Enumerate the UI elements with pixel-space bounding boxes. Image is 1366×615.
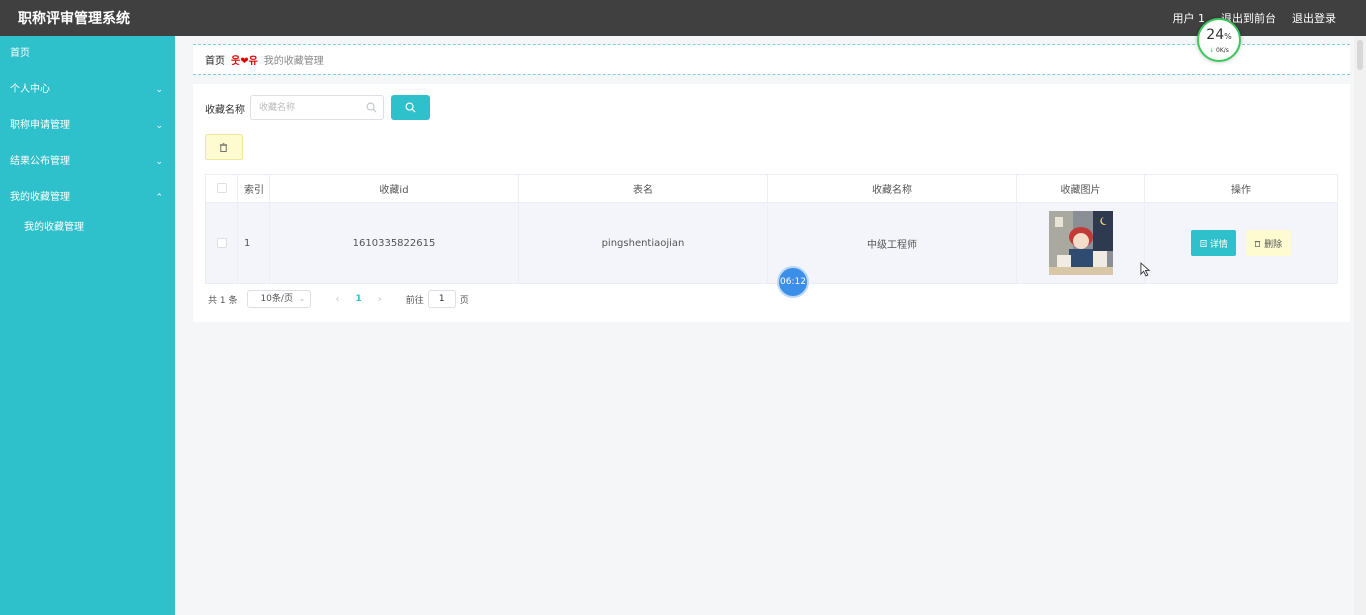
search-label: 收藏名称 xyxy=(205,105,245,116)
recording-timer-bubble[interactable]: 06:12 xyxy=(777,266,809,298)
table-header-row: 索引 收藏id 表名 收藏名称 收藏图片 操作 xyxy=(205,174,1338,203)
page-unit-label: 页 xyxy=(459,295,469,306)
page-number[interactable]: 1 xyxy=(355,294,361,304)
trash-icon xyxy=(219,143,228,152)
row-select-cell xyxy=(205,202,238,284)
top-links: 用户 1 退出到前台 退出登录 xyxy=(1173,10,1337,26)
sidebar-subitem-my-favorites[interactable]: 我的收藏管理 xyxy=(0,216,175,248)
select-all-cell xyxy=(205,174,238,203)
scrollbar-thumb[interactable] xyxy=(1357,40,1363,70)
search-icon xyxy=(405,102,416,113)
page-size-value: 10条/页 xyxy=(260,294,293,304)
select-all-checkbox[interactable] xyxy=(216,183,227,193)
chevron-down-icon: ⌄ xyxy=(298,294,306,303)
pagination: 共 1 条 10条/页 ⌄ ‹ 1 › 前往 页 xyxy=(208,290,469,308)
sidebar-item-result-publication[interactable]: 结果公布管理 ⌄ xyxy=(0,144,175,180)
column-header-table-name: 表名 xyxy=(518,174,768,203)
breadcrumb-home[interactable]: 首页 xyxy=(205,52,225,67)
batch-delete-button[interactable] xyxy=(205,134,243,160)
mouse-cursor-icon xyxy=(1140,262,1151,277)
cell-id: 1610335822615 xyxy=(269,202,519,284)
chevron-up-icon: ⌃ xyxy=(155,193,163,203)
column-header-image: 收藏图片 xyxy=(1016,174,1145,203)
table-row: 1 1610335822615 pingshentiaojian 中级工程师 详… xyxy=(205,202,1338,284)
sidebar-item-label: 职称申请管理 xyxy=(10,120,70,131)
trash-icon xyxy=(1254,240,1261,247)
column-header-actions: 操作 xyxy=(1144,174,1338,203)
vertical-scrollbar[interactable] xyxy=(1354,36,1366,615)
speed-rate-value: 0K/s xyxy=(1216,47,1229,54)
sidebar-item-label: 结果公布管理 xyxy=(10,156,70,167)
document-icon xyxy=(1200,239,1207,247)
chevron-down-icon: ⌄ xyxy=(155,121,163,131)
column-header-id: 收藏id xyxy=(269,174,519,203)
search-input[interactable] xyxy=(259,100,359,116)
detail-button-label: 详情 xyxy=(1209,239,1228,250)
breadcrumb: 首页 웃❤유 我的收藏管理 xyxy=(193,44,1350,75)
cell-index: 1 xyxy=(237,202,270,284)
sidebar-item-personal-center[interactable]: 个人中心 ⌄ xyxy=(0,72,175,108)
chevron-down-icon: ⌄ xyxy=(155,157,163,167)
speed-rate: ↓ 0K/s xyxy=(1199,47,1239,54)
favorites-table: 索引 收藏id 表名 收藏名称 收藏图片 操作 1 1610335822615 … xyxy=(205,174,1338,284)
download-arrow-icon: ↓ xyxy=(1209,47,1215,54)
chevron-down-icon: ⌄ xyxy=(155,85,163,95)
column-header-index: 索引 xyxy=(237,174,270,203)
cell-table-name: pingshentiaojian xyxy=(518,202,768,284)
next-page-button[interactable]: › xyxy=(378,294,382,305)
speed-percent-value: 24 xyxy=(1206,27,1225,43)
delete-button[interactable]: 删除 xyxy=(1245,230,1291,256)
sidebar-item-label: 个人中心 xyxy=(10,84,50,95)
speed-percent: 24% xyxy=(1199,27,1239,43)
speed-percent-unit: % xyxy=(1224,32,1232,41)
search-button[interactable] xyxy=(391,95,430,120)
sidebar-item-label: 首页 xyxy=(10,48,30,59)
sidebar-item-title-application[interactable]: 职称申请管理 ⌄ xyxy=(0,108,175,144)
breadcrumb-current: 我的收藏管理 xyxy=(263,56,324,67)
prev-page-button[interactable]: ‹ xyxy=(335,294,339,305)
search-icon xyxy=(366,102,377,113)
sidebar-subitem-label: 我的收藏管理 xyxy=(24,222,84,233)
goto-label: 前往 xyxy=(405,295,424,306)
sidebar-item-home[interactable]: 首页 xyxy=(0,36,175,72)
goto-page-input[interactable] xyxy=(427,290,456,308)
user-menu[interactable]: 用户 1 xyxy=(1173,10,1206,26)
favorite-thumbnail-image[interactable] xyxy=(1048,211,1113,275)
column-header-name: 收藏名称 xyxy=(767,174,1017,203)
pagination-total: 共 1 条 xyxy=(208,295,238,306)
row-checkbox[interactable] xyxy=(216,237,227,248)
logout-link[interactable]: 退出登录 xyxy=(1292,10,1336,26)
breadcrumb-separator: 웃❤유 xyxy=(231,56,258,67)
cell-image xyxy=(1016,202,1145,284)
search-field[interactable] xyxy=(250,95,384,120)
delete-button-label: 删除 xyxy=(1264,239,1283,250)
sidebar: 首页 个人中心 ⌄ 职称申请管理 ⌄ 结果公布管理 ⌄ 我的收藏管理 ⌃ 我的收… xyxy=(0,36,175,615)
page-size-select[interactable]: 10条/页 ⌄ xyxy=(247,290,312,308)
sidebar-item-label: 我的收藏管理 xyxy=(10,192,70,203)
app-title: 职称评审管理系统 xyxy=(18,11,130,27)
network-speed-widget[interactable]: 24% ↓ 0K/s xyxy=(1197,18,1241,62)
sidebar-item-my-favorites[interactable]: 我的收藏管理 ⌃ xyxy=(0,180,175,216)
cell-actions: 详情 删除 xyxy=(1144,202,1338,284)
detail-button[interactable]: 详情 xyxy=(1191,230,1237,256)
top-bar: 职称评审管理系统 用户 1 退出到前台 退出登录 xyxy=(0,0,1366,36)
favorites-panel: 收藏名称 索引 收藏id 表名 收藏名称 收藏图片 xyxy=(193,84,1350,322)
